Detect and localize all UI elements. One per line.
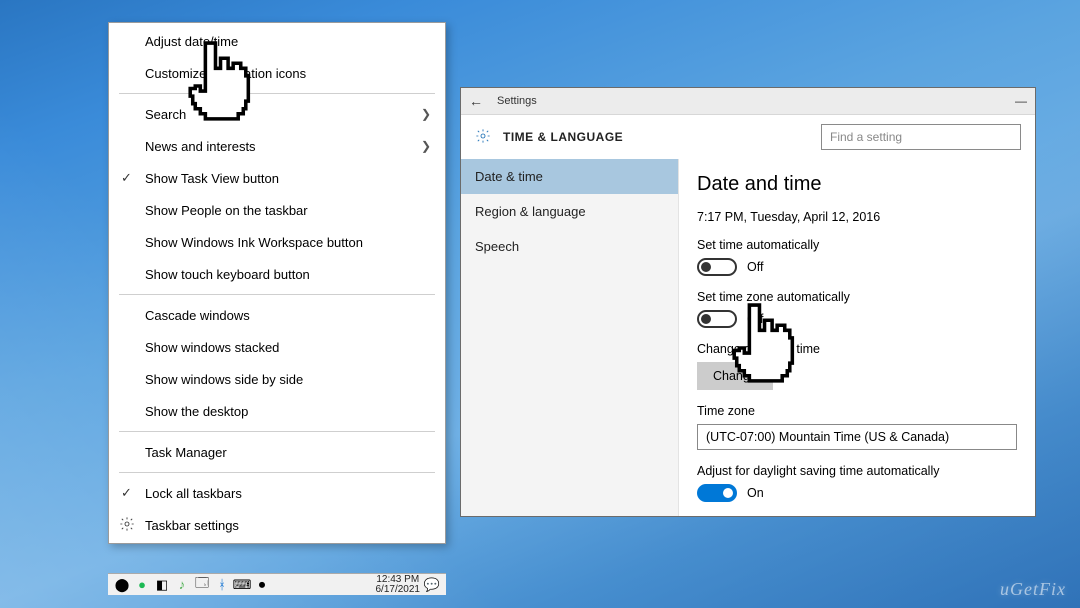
menu-item-label: Show windows side by side bbox=[145, 372, 431, 387]
check-icon: ✓ bbox=[121, 170, 132, 186]
menu-item-label: Show windows stacked bbox=[145, 340, 431, 355]
toggle-state: Off bbox=[747, 260, 763, 274]
settings-search-input[interactable]: Find a setting bbox=[821, 124, 1021, 150]
menu-item-customize-notification-icons[interactable]: Customize notification icons bbox=[109, 57, 445, 89]
set-time-auto-toggle[interactable] bbox=[697, 258, 737, 276]
menu-item-label: Show the desktop bbox=[145, 404, 431, 419]
nav-item-label: Speech bbox=[475, 239, 519, 254]
check-icon: ✓ bbox=[121, 485, 132, 501]
menu-item-cascade[interactable]: Cascade windows bbox=[109, 299, 445, 331]
timezone-value: (UTC-07:00) Mountain Time (US & Canada) bbox=[706, 430, 949, 444]
settings-main-panel: Date and time 7:17 PM, Tuesday, April 12… bbox=[679, 159, 1035, 516]
menu-item-label: News and interests bbox=[145, 139, 421, 154]
menu-separator bbox=[119, 93, 435, 94]
menu-item-search[interactable]: Search ❯ bbox=[109, 98, 445, 130]
set-tz-auto-label: Set time zone automatically bbox=[697, 290, 1017, 304]
change-date-time-label: Change date and time bbox=[697, 342, 1017, 356]
tray-icon[interactable]: ⬤ bbox=[114, 577, 130, 593]
change-button-label: Change bbox=[713, 369, 757, 383]
timezone-label: Time zone bbox=[697, 404, 1017, 418]
menu-item-label: Customize notification icons bbox=[145, 66, 431, 81]
menu-item-label: Show People on the taskbar bbox=[145, 203, 431, 218]
menu-item-show-touch-keyboard[interactable]: Show touch keyboard button bbox=[109, 258, 445, 290]
page-heading: Date and time bbox=[697, 173, 1017, 196]
menu-item-taskbar-settings[interactable]: Taskbar settings bbox=[109, 509, 445, 541]
menu-item-stacked[interactable]: Show windows stacked bbox=[109, 331, 445, 363]
tray-icon[interactable]: ⌨ bbox=[234, 577, 250, 593]
menu-item-show-task-view[interactable]: ✓ Show Task View button bbox=[109, 162, 445, 194]
menu-item-side-by-side[interactable]: Show windows side by side bbox=[109, 363, 445, 395]
menu-separator bbox=[119, 294, 435, 295]
gear-icon bbox=[475, 128, 491, 147]
menu-item-label: Task Manager bbox=[145, 445, 431, 460]
tray-icon[interactable]: ⏺ bbox=[254, 577, 270, 593]
chevron-right-icon: ❯ bbox=[421, 107, 431, 121]
menu-item-news-interests[interactable]: News and interests ❯ bbox=[109, 130, 445, 162]
nav-item-date-time[interactable]: Date & time bbox=[461, 159, 678, 194]
menu-separator bbox=[119, 472, 435, 473]
notifications-icon[interactable]: 💬 bbox=[424, 577, 440, 593]
clock-date: 6/17/2021 bbox=[376, 585, 421, 595]
taskbar-clock[interactable]: 12:43 PM 6/17/2021 bbox=[376, 575, 421, 595]
taskbar-fragment: ⬤ ● ◧ ♪ 🗔 ᚼ ⌨ ⏺ 12:43 PM 6/17/2021 💬 bbox=[108, 573, 446, 595]
tray-icon[interactable]: 🗔 bbox=[194, 577, 210, 593]
menu-item-label: Show Windows Ink Workspace button bbox=[145, 235, 431, 250]
menu-item-label: Cascade windows bbox=[145, 308, 431, 323]
gear-icon bbox=[119, 516, 135, 535]
nav-item-label: Region & language bbox=[475, 204, 586, 219]
menu-item-task-manager[interactable]: Task Manager bbox=[109, 436, 445, 468]
search-placeholder: Find a setting bbox=[830, 130, 902, 144]
menu-item-lock-taskbars[interactable]: ✓ Lock all taskbars bbox=[109, 477, 445, 509]
menu-item-label: Show Task View button bbox=[145, 171, 431, 186]
tray-icon[interactable]: ♪ bbox=[174, 577, 190, 593]
nav-item-speech[interactable]: Speech bbox=[461, 229, 678, 264]
settings-section-title: TIME & LANGUAGE bbox=[503, 130, 623, 144]
settings-header: TIME & LANGUAGE Find a setting bbox=[461, 115, 1035, 159]
menu-item-show-ink-workspace[interactable]: Show Windows Ink Workspace button bbox=[109, 226, 445, 258]
clock-time: 12:43 PM bbox=[376, 575, 421, 585]
menu-item-label: Adjust date/time bbox=[145, 34, 431, 49]
settings-window: ← Settings — TIME & LANGUAGE Find a sett… bbox=[460, 87, 1036, 517]
tray-icon[interactable]: ◧ bbox=[154, 577, 170, 593]
menu-item-label: Lock all taskbars bbox=[145, 486, 431, 501]
window-title-bar[interactable]: ← Settings — bbox=[461, 88, 1035, 115]
chevron-right-icon: ❯ bbox=[421, 139, 431, 153]
menu-item-label: Search bbox=[145, 107, 421, 122]
menu-item-adjust-date-time[interactable]: Adjust date/time bbox=[109, 25, 445, 57]
menu-item-label: Show touch keyboard button bbox=[145, 267, 431, 282]
dst-label: Adjust for daylight saving time automati… bbox=[697, 464, 1017, 478]
timezone-select[interactable]: (UTC-07:00) Mountain Time (US & Canada) bbox=[697, 424, 1017, 450]
menu-item-show-people[interactable]: Show People on the taskbar bbox=[109, 194, 445, 226]
watermark: uGetFix bbox=[1000, 579, 1066, 600]
menu-item-show-desktop[interactable]: Show the desktop bbox=[109, 395, 445, 427]
set-time-auto-label: Set time automatically bbox=[697, 238, 1017, 252]
change-button[interactable]: Change bbox=[697, 362, 773, 390]
nav-item-region-language[interactable]: Region & language bbox=[461, 194, 678, 229]
toggle-state: On bbox=[747, 486, 764, 500]
taskbar-context-menu: Adjust date/time Customize notification … bbox=[108, 22, 446, 544]
nav-item-label: Date & time bbox=[475, 169, 543, 184]
set-tz-auto-toggle[interactable] bbox=[697, 310, 737, 328]
tray-icon[interactable]: ● bbox=[134, 577, 150, 593]
toggle-state: Off bbox=[747, 312, 763, 326]
window-title: Settings bbox=[497, 95, 537, 107]
menu-item-label: Taskbar settings bbox=[145, 518, 431, 533]
dst-toggle[interactable] bbox=[697, 484, 737, 502]
current-datetime: 7:17 PM, Tuesday, April 12, 2016 bbox=[697, 210, 1017, 224]
back-button[interactable]: ← bbox=[469, 94, 483, 108]
minimize-button[interactable]: — bbox=[1015, 94, 1027, 108]
menu-separator bbox=[119, 431, 435, 432]
bluetooth-icon[interactable]: ᚼ bbox=[214, 577, 230, 593]
settings-side-nav: Date & time Region & language Speech bbox=[461, 159, 679, 516]
